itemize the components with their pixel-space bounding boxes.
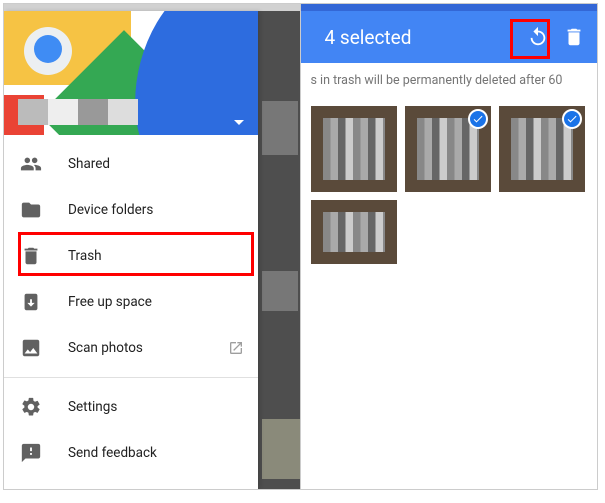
delete-icon[interactable] [563, 26, 585, 48]
selected-check-icon [468, 109, 488, 129]
gear-icon [20, 396, 42, 418]
photo-thumb[interactable] [405, 106, 491, 192]
restore-icon[interactable] [527, 26, 549, 48]
menu-help[interactable]: Help [4, 476, 258, 489]
trash-info-text: s in trash will be permanently deleted a… [301, 63, 598, 106]
menu-label: Scan photos [68, 340, 143, 356]
photo-thumb[interactable] [499, 106, 585, 192]
selected-check-icon [562, 109, 582, 129]
avatar[interactable] [24, 27, 72, 75]
menu-label: Settings [68, 399, 117, 415]
menu-free-up-space[interactable]: Free up space [4, 279, 258, 325]
menu-device-folders[interactable]: Device folders [4, 187, 258, 233]
feedback-icon [20, 442, 42, 464]
selection-count: 4 selected [325, 26, 514, 49]
menu-settings[interactable]: Settings [4, 384, 258, 430]
drawer-header [4, 11, 258, 135]
open-external-icon [228, 340, 244, 356]
navigation-drawer: Shared Device folders Trash Free up spac… [4, 11, 258, 489]
people-icon [20, 153, 42, 175]
menu-send-feedback[interactable]: Send feedback [4, 430, 258, 476]
trash-icon [20, 245, 42, 267]
menu-label: Send feedback [68, 445, 157, 461]
menu-scan-photos[interactable]: Scan photos [4, 325, 258, 371]
menu-label: Device folders [68, 202, 153, 218]
selection-appbar: 4 selected [301, 11, 598, 63]
help-icon [20, 488, 42, 489]
photo-thumb[interactable] [311, 106, 397, 192]
folder-icon [20, 199, 42, 221]
menu-label: Free up space [68, 294, 152, 310]
free-space-icon [20, 291, 42, 313]
photo-grid [301, 106, 598, 192]
menu-trash[interactable]: Trash [4, 233, 258, 279]
menu-label: Trash [68, 248, 102, 264]
scan-icon [20, 337, 42, 359]
account-switch-icon[interactable] [234, 120, 244, 125]
photo-thumb[interactable] [311, 200, 397, 264]
account-name [18, 99, 138, 125]
menu-label: Shared [68, 156, 110, 172]
menu-shared[interactable]: Shared [4, 141, 258, 187]
